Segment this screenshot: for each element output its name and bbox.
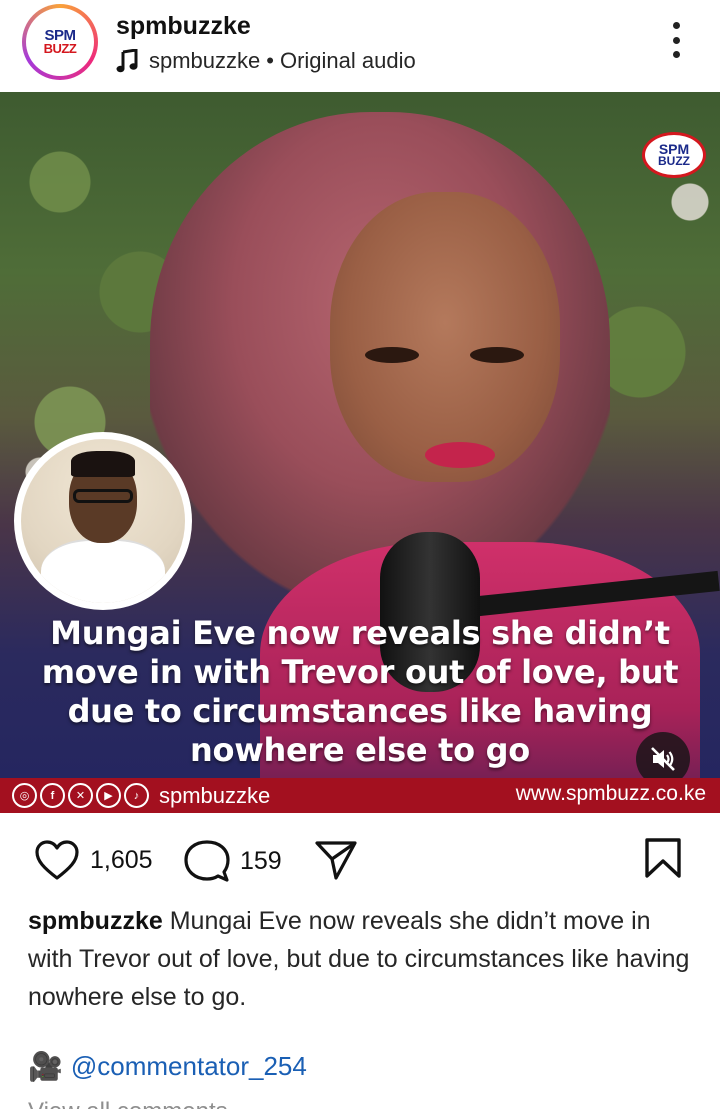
view-all-comments-link[interactable]: View all comments xyxy=(28,1098,228,1109)
inset-portrait-photo xyxy=(21,439,185,603)
video-credit: 🎥 @commentator_254 xyxy=(28,1050,307,1083)
save-action xyxy=(644,837,682,879)
post-header: SPM BUZZ spmbuzzke spmbuzzke • Original … xyxy=(0,0,720,92)
video-footer-bar: ◎ f ✕ ▶ ♪ spmbuzzke www.spmbuzz.co.ke xyxy=(0,778,720,813)
bookmark-icon[interactable] xyxy=(644,837,682,879)
audio-separator: • xyxy=(266,48,274,73)
x-icon: ✕ xyxy=(68,783,93,808)
youtube-icon: ▶ xyxy=(96,783,121,808)
footer-url: www.spmbuzz.co.ke xyxy=(515,782,706,805)
audio-link[interactable]: spmbuzzke • Original audio xyxy=(116,48,416,74)
social-icons: ◎ f ✕ ▶ ♪ xyxy=(12,783,149,808)
logo-line-2: BUZZ xyxy=(43,40,77,56)
post-caption: spmbuzzke Mungai Eve now reveals she did… xyxy=(28,902,698,1016)
more-options-button[interactable] xyxy=(664,20,688,60)
post-video[interactable]: SPM BUZZ Mungai Eve now reveals she didn… xyxy=(0,92,720,813)
video-subject-lips xyxy=(425,442,495,468)
instagram-icon: ◎ xyxy=(12,783,37,808)
avatar-inner: SPM BUZZ xyxy=(26,8,94,76)
like-action: 1,605 xyxy=(34,839,153,881)
credit-mention[interactable]: @commentator_254 xyxy=(71,1051,307,1082)
spm-buzz-watermark: SPM BUZZ xyxy=(642,132,706,178)
comment-bubble-icon[interactable] xyxy=(184,839,230,883)
inset-hair xyxy=(71,451,135,477)
inset-portrait xyxy=(14,432,192,610)
comment-action: 159 xyxy=(184,839,282,883)
music-note-icon xyxy=(116,49,138,73)
watermark-line-2: BUZZ xyxy=(658,153,690,168)
share-action xyxy=(314,839,358,881)
speaker-muted-icon xyxy=(651,747,675,771)
like-count[interactable]: 1,605 xyxy=(90,846,153,875)
tiktok-icon: ♪ xyxy=(124,783,149,808)
profile-avatar[interactable]: SPM BUZZ xyxy=(22,4,98,80)
video-camera-icon: 🎥 xyxy=(28,1051,63,1082)
video-headline: Mungai Eve now reveals she didn’t move i… xyxy=(41,614,679,769)
inset-body xyxy=(41,539,165,603)
dot-icon xyxy=(672,51,680,58)
dot-icon xyxy=(672,36,680,44)
video-subject-face xyxy=(330,192,560,482)
dot-icon xyxy=(672,22,680,29)
send-icon[interactable] xyxy=(314,839,358,881)
footer-handle: spmbuzzke xyxy=(159,782,271,808)
heart-icon[interactable] xyxy=(34,839,80,881)
video-subject-eye xyxy=(470,347,524,363)
audio-artist: spmbuzzke xyxy=(149,48,261,73)
post-username[interactable]: spmbuzzke xyxy=(116,12,251,41)
post-actions: 1,605 159 xyxy=(0,813,720,903)
caption-username[interactable]: spmbuzzke xyxy=(28,907,163,935)
comment-count[interactable]: 159 xyxy=(240,847,282,876)
video-subject-eye xyxy=(365,347,419,363)
facebook-icon: f xyxy=(40,783,65,808)
spm-buzz-logo: SPM BUZZ xyxy=(31,13,89,71)
audio-label: Original audio xyxy=(279,48,416,73)
inset-glasses xyxy=(73,489,133,503)
